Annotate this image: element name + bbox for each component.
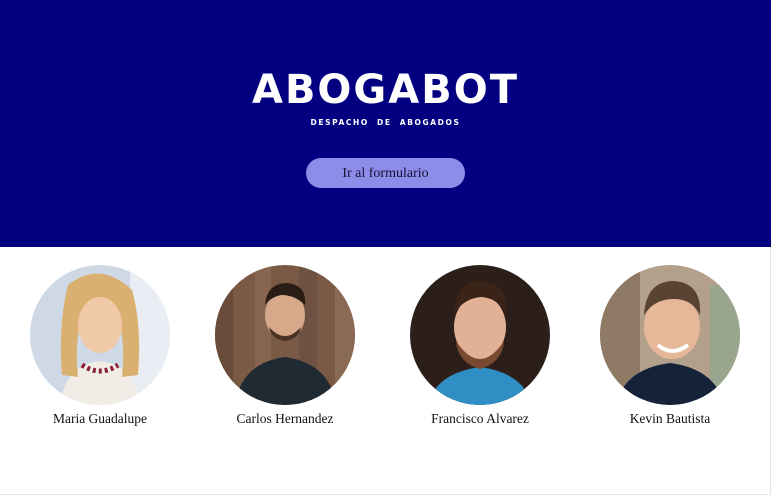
team-member-card: Maria Guadalupe bbox=[25, 265, 175, 426]
portrait-photo bbox=[215, 265, 355, 405]
member-photo bbox=[410, 265, 550, 405]
brand-tagline: DESPACHO DE ABOGADOS bbox=[310, 118, 461, 127]
member-name: Francisco Alvarez bbox=[431, 411, 529, 426]
portrait-photo bbox=[410, 265, 550, 405]
member-name: Carlos Hernandez bbox=[236, 411, 334, 426]
portrait-photo bbox=[600, 265, 740, 405]
member-name: Kevin Bautista bbox=[629, 411, 711, 426]
form-link-button[interactable]: Ir al formulario bbox=[306, 158, 465, 188]
member-photo bbox=[600, 265, 740, 405]
page: ABOGABOT DESPACHO DE ABOGADOS Ir al form… bbox=[0, 0, 771, 495]
brand-title: ABOGABOT bbox=[251, 67, 519, 113]
team-member-card: Carlos Hernandez bbox=[210, 265, 360, 426]
hero-banner: ABOGABOT DESPACHO DE ABOGADOS Ir al form… bbox=[0, 0, 771, 247]
portrait-photo bbox=[30, 265, 170, 405]
team-member-card: Francisco Alvarez bbox=[405, 265, 555, 426]
team-member-card: Kevin Bautista bbox=[595, 265, 745, 426]
member-photo bbox=[215, 265, 355, 405]
team-section: Maria Guadalupe Carlos Hernandez Francis… bbox=[0, 247, 771, 495]
member-photo bbox=[30, 265, 170, 405]
member-name: Maria Guadalupe bbox=[52, 411, 148, 426]
